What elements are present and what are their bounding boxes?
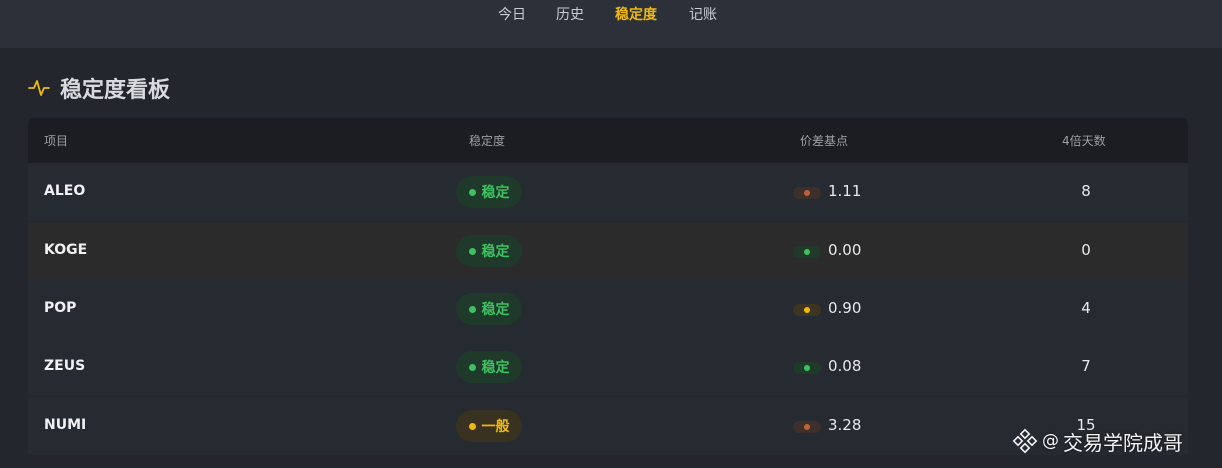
status-badge[interactable]: 稳定 bbox=[456, 235, 522, 267]
spread-indicator-icon bbox=[793, 362, 821, 374]
status-label: 一般 bbox=[481, 419, 510, 435]
spread-indicator-icon bbox=[793, 187, 821, 199]
status-label: 稳定 bbox=[481, 302, 510, 318]
status-dot-icon bbox=[468, 188, 476, 196]
table-row[interactable]: KOGE 稳定 0.00 0 bbox=[28, 222, 1188, 280]
spread-value: 0.90 bbox=[828, 299, 862, 317]
status-badge[interactable]: 稳定 bbox=[456, 176, 522, 208]
pulse-icon bbox=[28, 80, 50, 96]
status-badge[interactable]: 稳定 bbox=[456, 351, 522, 383]
table-row[interactable]: POP 稳定 0.90 4 bbox=[28, 280, 1188, 338]
status-dot-icon bbox=[468, 363, 476, 371]
nav-tabs: 今日 历史 稳定度 记账 bbox=[0, 4, 1222, 24]
spread-indicator-icon bbox=[793, 246, 821, 258]
project-name: KOGE bbox=[44, 242, 88, 258]
tab-history[interactable]: 历史 bbox=[556, 4, 584, 24]
spread-value: 0.00 bbox=[828, 241, 862, 259]
spread-value: 1.11 bbox=[828, 182, 862, 200]
table-row[interactable]: ALEO 稳定 1.11 8 bbox=[28, 163, 1188, 221]
tab-today[interactable]: 今日 bbox=[498, 4, 526, 24]
status-badge[interactable]: 一般 bbox=[456, 410, 522, 442]
watermark-at: @ bbox=[1042, 431, 1059, 451]
tab-ledger[interactable]: 记账 bbox=[689, 4, 717, 24]
board-header: 稳定度看板 bbox=[28, 74, 171, 103]
table-row[interactable]: ZEUS 稳定 0.08 7 bbox=[28, 338, 1188, 396]
project-name: ALEO bbox=[44, 183, 86, 199]
status-label: 稳定 bbox=[481, 360, 510, 376]
top-nav-bar: 今日 历史 稳定度 记账 bbox=[0, 0, 1222, 48]
stability-table: 项目 稳定度 价差基点 4倍天数 ALEO 稳定 1.11 8 KOGE 稳定 … bbox=[28, 118, 1188, 468]
board-title: 稳定度看板 bbox=[60, 78, 171, 103]
header-project: 项目 bbox=[44, 134, 69, 148]
days-value: 4 bbox=[1081, 299, 1091, 317]
table-header: 项目 稳定度 价差基点 4倍天数 bbox=[28, 118, 1188, 163]
binance-square-logo-icon bbox=[1012, 428, 1038, 454]
spread-value: 3.28 bbox=[828, 416, 862, 434]
watermark: @ 交易学院成哥 bbox=[1012, 426, 1183, 456]
spread-value: 0.08 bbox=[828, 357, 862, 375]
status-dot-icon bbox=[468, 247, 476, 255]
spread-indicator-icon bbox=[793, 421, 821, 433]
watermark-author: 交易学院成哥 bbox=[1063, 430, 1183, 455]
header-stability: 稳定度 bbox=[469, 134, 506, 148]
status-badge[interactable]: 稳定 bbox=[456, 293, 522, 325]
days-value: 0 bbox=[1081, 241, 1091, 259]
header-spread: 价差基点 bbox=[800, 134, 849, 148]
status-dot-icon bbox=[468, 305, 476, 313]
status-label: 稳定 bbox=[481, 244, 510, 260]
project-name: POP bbox=[44, 300, 77, 316]
spread-indicator-icon bbox=[793, 304, 821, 316]
status-dot-icon bbox=[468, 422, 476, 430]
project-name: ZEUS bbox=[44, 358, 86, 374]
header-days: 4倍天数 bbox=[1062, 134, 1106, 148]
project-name: NUMI bbox=[44, 417, 87, 433]
days-value: 7 bbox=[1081, 357, 1091, 375]
tab-stability[interactable]: 稳定度 bbox=[615, 4, 657, 24]
status-label: 稳定 bbox=[481, 185, 510, 201]
days-value: 8 bbox=[1081, 182, 1091, 200]
